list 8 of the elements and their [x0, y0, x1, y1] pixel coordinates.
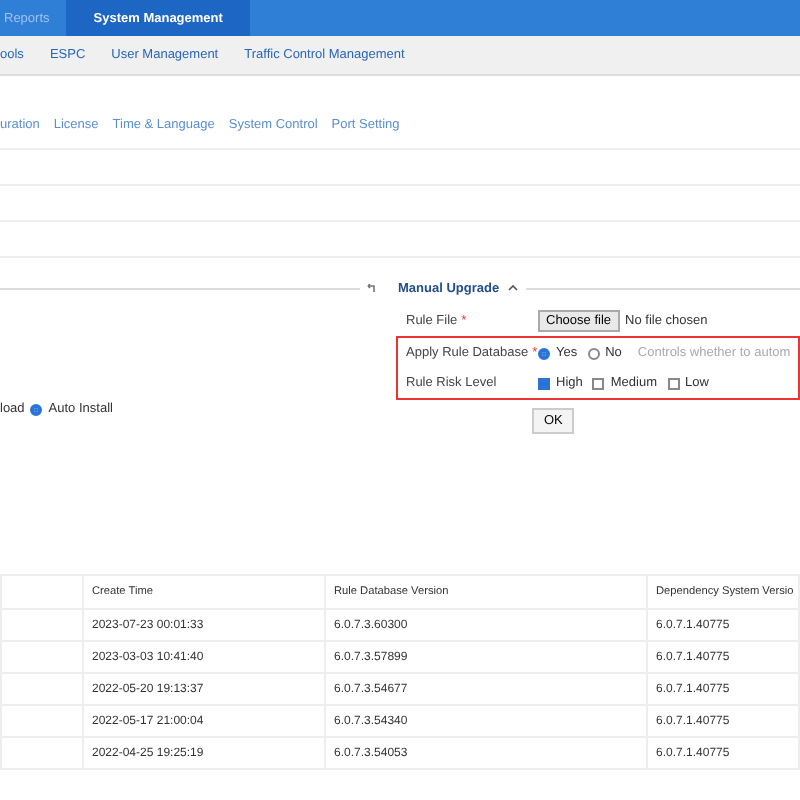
radio-button[interactable] [30, 403, 43, 415]
return-arrow-icon[interactable] [366, 283, 378, 293]
checkbox[interactable] [592, 377, 605, 389]
caret-icon[interactable] [507, 284, 518, 292]
radio-button[interactable] [587, 347, 600, 359]
radio-button[interactable] [538, 347, 550, 359]
checkbox[interactable] [538, 377, 550, 389]
checkbox[interactable] [667, 377, 679, 389]
